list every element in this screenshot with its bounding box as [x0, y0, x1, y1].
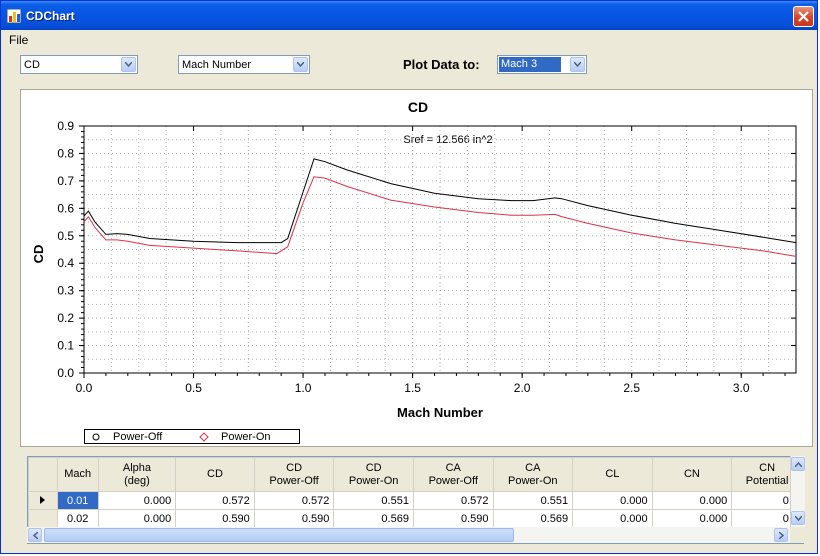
table-cell[interactable]: 0.000	[97, 491, 177, 510]
window-title: CDChart	[26, 9, 75, 23]
x-tick-label: 1.5	[404, 381, 421, 395]
menu-bar: File	[1, 30, 817, 50]
column-header[interactable]: CA Power-On	[492, 457, 574, 492]
grid-corner-header[interactable]	[28, 457, 58, 492]
plot-range-select-value: Mach 3	[499, 57, 562, 72]
x-tick-label: 1.0	[295, 381, 312, 395]
close-button[interactable]	[793, 6, 814, 27]
scroll-down-icon[interactable]	[791, 511, 805, 525]
plot-range-select[interactable]: Mach 3	[497, 55, 587, 74]
column-header[interactable]: CL	[572, 457, 653, 492]
table-cell[interactable]: 0.000	[651, 491, 733, 510]
chart-legend: Power-Off Power-On	[84, 429, 300, 444]
chart-panel: CD Sref = 12.566 in^2 Mach Number CD 0.0…	[20, 89, 813, 447]
column-header[interactable]: Mach	[56, 457, 99, 492]
y-tick-label: 0.1	[57, 339, 74, 353]
table-cell[interactable]: 0.000	[97, 509, 177, 528]
horizontal-scrollbar[interactable]	[27, 527, 790, 543]
quantity-select-value: CD	[24, 59, 40, 71]
chart-title: CD	[408, 99, 428, 115]
menu-file[interactable]: File	[9, 33, 28, 47]
toolbar: CD Mach Number Plot Data to: Mach 3	[1, 51, 817, 81]
table-cell[interactable]: 0.569	[492, 509, 574, 528]
scroll-corner	[790, 527, 804, 543]
table-cell[interactable]: 0.569	[333, 509, 414, 528]
table-cell[interactable]: 0.000	[572, 509, 653, 528]
x-tick-label: 0.0	[76, 381, 93, 395]
scroll-right-icon[interactable]	[774, 528, 788, 542]
y-tick-label: 0.6	[57, 201, 74, 215]
table-cell[interactable]: 0.551	[333, 491, 414, 510]
table-cell[interactable]: 0.590	[175, 509, 255, 528]
x-tick-label: 2.0	[514, 381, 531, 395]
cdchart-window: CDChart File CD Mach Number Plot Data to…	[0, 0, 818, 554]
row-header[interactable]	[28, 509, 58, 528]
y-tick-label: 0.5	[57, 229, 74, 243]
row-header[interactable]	[28, 491, 58, 510]
table-row[interactable]: 0.02 0.000 0.590 0.590 0.569 0.590 0.569 0.000 0…	[28, 509, 803, 528]
y-tick-label: 0.9	[57, 119, 74, 133]
row-pointer-icon	[39, 495, 45, 504]
x-axis-label: Mach Number	[397, 405, 483, 420]
table-cell[interactable]: 0.572	[175, 491, 255, 510]
y-tick-label: 0.3	[57, 284, 74, 298]
table-cell[interactable]: 0.590	[253, 509, 335, 528]
x-tick-label: 0.5	[185, 381, 202, 395]
column-header[interactable]: Alpha (deg)	[97, 457, 177, 492]
column-header[interactable]: CD Power-On	[333, 457, 414, 492]
circle-marker-icon	[92, 433, 100, 441]
column-header[interactable]: CD Power-Off	[253, 457, 335, 492]
xaxis-select[interactable]: Mach Number	[178, 55, 310, 74]
x-tick-label: 2.5	[623, 381, 640, 395]
scroll-left-icon[interactable]	[28, 528, 42, 542]
table-cell[interactable]: 0.01	[56, 491, 99, 510]
diamond-marker-icon	[199, 432, 209, 442]
table-cell[interactable]: 0.02	[56, 509, 99, 528]
table-row[interactable]: 0.01 0.000 0.572 0.572 0.551 0.572 0.551 0.000 0…	[28, 491, 803, 510]
xaxis-select-value: Mach Number	[182, 59, 252, 71]
legend-label-power-off: Power-Off	[113, 431, 163, 443]
chevron-down-icon[interactable]	[293, 57, 308, 72]
legend-item-power-off: Power-Off	[91, 431, 162, 443]
series-line-power-on	[83, 176, 797, 257]
table-cell[interactable]: 0.572	[253, 491, 335, 510]
y-tick-label: 0.0	[57, 366, 74, 380]
chevron-down-icon[interactable]	[570, 57, 585, 72]
table-cell[interactable]: 0.000	[572, 491, 653, 510]
y-axis-label: CD	[31, 245, 46, 264]
vertical-scrollbar[interactable]	[790, 456, 805, 527]
column-header[interactable]: CD	[175, 457, 255, 492]
table-cell[interactable]: 0.551	[492, 491, 574, 510]
y-tick-label: 0.2	[57, 311, 74, 325]
plot-data-label: Plot Data to:	[403, 57, 480, 72]
table-cell[interactable]: 0.590	[412, 509, 494, 528]
y-tick-label: 0.4	[57, 256, 74, 270]
horizontal-scroll-thumb[interactable]	[44, 528, 514, 542]
y-tick-label: 0.8	[57, 146, 74, 160]
cd-chart: CD Sref = 12.566 in^2 Mach Number CD 0.0…	[31, 99, 797, 420]
x-tick-label: 3.0	[733, 381, 750, 395]
column-header[interactable]: CN	[651, 457, 733, 492]
scroll-up-icon[interactable]	[791, 457, 805, 471]
y-tick-label: 0.7	[57, 174, 74, 188]
legend-label-power-on: Power-On	[221, 431, 271, 443]
title-bar[interactable]: CDChart	[1, 1, 817, 30]
table-cell[interactable]: 0.572	[412, 491, 494, 510]
chart-app-icon	[7, 9, 21, 23]
table-cell[interactable]: 0.000	[651, 509, 733, 528]
quantity-select[interactable]: CD	[20, 55, 138, 74]
close-icon	[798, 11, 809, 22]
column-header[interactable]: CA Power-Off	[412, 457, 494, 492]
legend-item-power-on: Power-On	[199, 431, 271, 443]
chevron-down-icon[interactable]	[121, 57, 136, 72]
